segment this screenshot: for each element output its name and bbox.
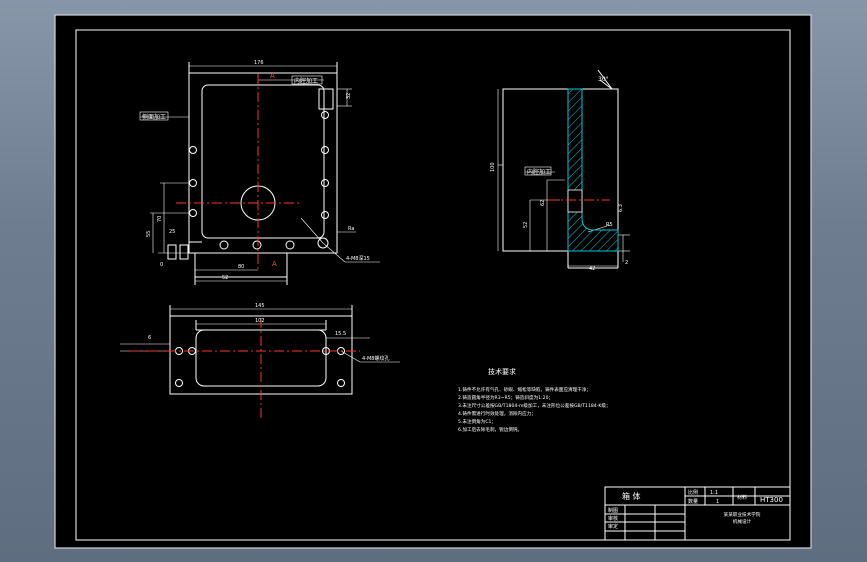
dim-bottom-inner: 102 bbox=[255, 318, 265, 324]
tech-line: 2.铸造圆角半径为R3~R5；铸造斜度为1:20； bbox=[458, 394, 553, 401]
drawing-canvas: 侧面加工 内腔加工 A A 176 32 70 55 25 0 80 52 4-… bbox=[54, 14, 812, 549]
side-step bbox=[567, 189, 583, 213]
title-scale-value: 1:1 bbox=[710, 490, 718, 496]
title-scale-label: 比例 bbox=[688, 489, 698, 496]
dim-side-r: R5 bbox=[606, 222, 613, 228]
dim-bottom-outer: 145 bbox=[255, 303, 265, 309]
tech-line: 4.铸件需进行时效处理，消除内应力； bbox=[458, 410, 536, 417]
title-material-label: 材料 bbox=[737, 494, 747, 501]
drawing-sheet bbox=[54, 14, 812, 549]
dim-side-small: 2 bbox=[625, 260, 628, 266]
dim-left-v4: 0 bbox=[160, 262, 163, 268]
dim-left-v1: 70 bbox=[157, 216, 163, 222]
front-leader-label: 侧面加工 bbox=[142, 113, 166, 121]
dim-side-bottom: 42 bbox=[589, 266, 595, 272]
dim-side-h1: 52 bbox=[523, 222, 529, 228]
tech-line: 1.铸件不允许有气孔、砂眼、缩松等缺陷，铸件表面应清理干净； bbox=[458, 386, 591, 393]
dim-side-ra: 6.3 bbox=[618, 204, 624, 212]
tech-title: 技术要求 bbox=[488, 367, 516, 376]
bottom-hole-note: 4-M8螺纹孔 bbox=[362, 355, 389, 362]
front-ra-mark: Ra bbox=[348, 226, 354, 232]
tech-line: 3.未注尺寸公差按GB/T1804-m级加工，未注形位公差按GB/T1184-K… bbox=[458, 402, 611, 409]
title-material: HT300 bbox=[760, 496, 783, 504]
section-mark-a-top: A bbox=[270, 72, 275, 80]
title-part-name: 箱 体 bbox=[622, 491, 641, 501]
dim-bottom-h1: 80 bbox=[238, 264, 244, 270]
side-leader-label: 内腔加工 bbox=[527, 168, 551, 176]
dim-bottom-right: 15.5 bbox=[335, 331, 346, 337]
dim-bottom-left: 6 bbox=[148, 335, 151, 341]
dim-left-v2: 55 bbox=[146, 231, 152, 237]
dim-side-angle: 30° bbox=[598, 76, 609, 83]
tech-line: 5.未注倒角为C1； bbox=[458, 418, 496, 425]
title-row3-label: 审定 bbox=[608, 523, 618, 530]
title-qty-value: 1 bbox=[716, 499, 719, 505]
dim-bottom-h2: 52 bbox=[222, 275, 228, 281]
title-class: 机械设计 bbox=[733, 518, 752, 525]
title-school: 某某职业技术学院 bbox=[724, 511, 761, 518]
dim-left-v3: 25 bbox=[169, 229, 175, 235]
dim-side-height: 100 bbox=[490, 162, 496, 172]
title-qty-label: 数量 bbox=[688, 498, 698, 505]
front-hole-note: 4-M8深15 bbox=[346, 255, 370, 262]
dim-side-h2: 62 bbox=[540, 200, 546, 206]
section-mark-a-bottom: A bbox=[272, 260, 277, 268]
dim-right-top: 32 bbox=[346, 93, 352, 99]
front-top-leader-label: 内腔加工 bbox=[294, 77, 318, 85]
dim-top-width: 176 bbox=[254, 60, 264, 66]
title-row1-label: 制图 bbox=[608, 507, 618, 514]
tech-line: 6.加工后去除毛刺，锐边倒钝。 bbox=[458, 426, 522, 433]
title-row2-label: 审核 bbox=[608, 515, 618, 522]
cad-viewport[interactable]: 侧面加工 内腔加工 A A 176 32 70 55 25 0 80 52 4-… bbox=[0, 0, 867, 562]
